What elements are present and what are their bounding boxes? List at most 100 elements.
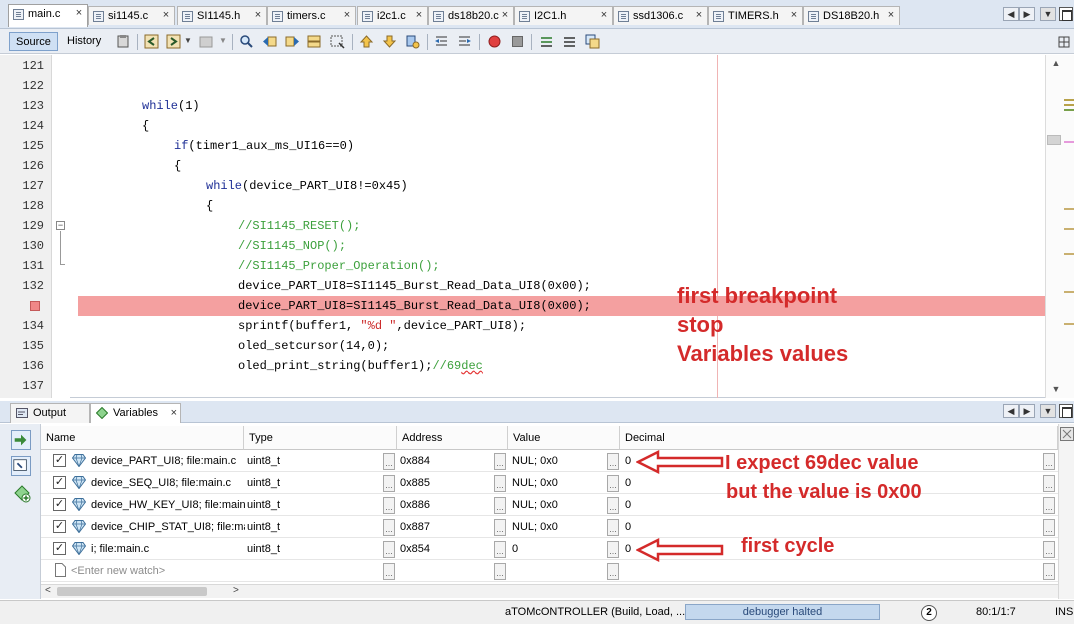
edit-value-ellipsis[interactable]: … xyxy=(607,541,619,558)
variable-row[interactable]: ✓ i; file:main.c uint8_t… 0x854… 0… 0… xyxy=(41,538,1058,560)
variable-decimal[interactable]: 0 xyxy=(625,472,655,494)
edit-decimal-ellipsis[interactable]: … xyxy=(1043,541,1055,558)
column-header-decimal[interactable]: Decimal xyxy=(620,426,1058,450)
edit-type-ellipsis[interactable]: … xyxy=(383,519,395,536)
file-tab[interactable]: timers.c × xyxy=(267,6,356,25)
maximize-window-icon[interactable] xyxy=(1059,7,1073,21)
next-bookmark-icon[interactable] xyxy=(382,34,397,49)
back-history-icon[interactable] xyxy=(144,34,159,49)
file-tab[interactable]: TIMERS.h × xyxy=(708,6,803,25)
toggle-bookmark-icon[interactable] xyxy=(405,34,420,49)
scroll-tabs-left-icon[interactable]: ◀ xyxy=(1003,404,1019,418)
source-view-button[interactable]: Source xyxy=(9,32,58,51)
edit-type-ellipsis[interactable]: … xyxy=(383,453,395,470)
column-header-type[interactable]: Type xyxy=(244,426,397,450)
edit-value-ellipsis[interactable]: … xyxy=(607,497,619,514)
find-previous-icon[interactable] xyxy=(262,34,277,49)
previous-bookmark-icon[interactable] xyxy=(359,34,374,49)
start-macro-recording-icon[interactable] xyxy=(487,34,502,49)
edit-address-ellipsis[interactable]: … xyxy=(494,453,506,470)
close-icon[interactable]: × xyxy=(171,407,177,419)
close-icon[interactable]: × xyxy=(789,10,799,21)
edit-decimal-ellipsis[interactable]: … xyxy=(1043,563,1055,580)
variable-value[interactable]: NUL; 0x0 xyxy=(512,472,602,494)
close-icon[interactable]: × xyxy=(74,8,84,19)
variables-vertical-scrollbar[interactable] xyxy=(1058,424,1074,599)
code-line[interactable]: sprintf(buffer1, "%d ",device_PART_UI8); xyxy=(78,316,1045,336)
edit-address-ellipsis[interactable]: … xyxy=(494,541,506,558)
maximize-panel-icon[interactable] xyxy=(1059,404,1073,418)
edit-type-ellipsis[interactable]: … xyxy=(383,497,395,514)
code-line[interactable]: device_PART_UI8=SI1145_Burst_Read_Data_U… xyxy=(78,276,1045,296)
uncomment-lines-icon[interactable] xyxy=(562,34,577,49)
edit-type-ellipsis[interactable]: … xyxy=(383,563,395,580)
watch-enabled-checkbox[interactable]: ✓ xyxy=(53,476,66,489)
rectangular-selection-icon[interactable] xyxy=(330,34,345,49)
file-tab[interactable]: DS18B20.h × xyxy=(803,6,900,25)
code-line[interactable] xyxy=(78,56,1045,76)
code-line[interactable]: { xyxy=(78,116,1045,136)
format-code-icon[interactable] xyxy=(585,34,600,49)
tab-variables[interactable]: Variables × xyxy=(90,403,181,423)
watch-selection-button[interactable] xyxy=(11,456,31,476)
edit-address-ellipsis[interactable]: … xyxy=(494,475,506,492)
close-icon[interactable]: × xyxy=(694,10,704,21)
edit-decimal-ellipsis[interactable]: … xyxy=(1043,453,1055,470)
code-line[interactable]: while(1) xyxy=(78,96,1045,116)
tab-list-dropdown-icon[interactable]: ▼ xyxy=(1040,7,1056,21)
history-view-button[interactable]: History xyxy=(61,32,107,51)
file-tab[interactable]: ssd1306.c × xyxy=(613,6,708,25)
edit-address-ellipsis[interactable]: … xyxy=(494,497,506,514)
shift-right-icon[interactable] xyxy=(457,34,472,49)
watch-enabled-checkbox[interactable]: ✓ xyxy=(53,542,66,555)
variables-horizontal-scrollbar[interactable]: < > xyxy=(41,584,1058,598)
comment-lines-icon[interactable] xyxy=(539,34,554,49)
notification-badge[interactable]: 2 xyxy=(921,605,937,621)
edit-value-ellipsis[interactable]: … xyxy=(607,453,619,470)
new-watch-placeholder[interactable]: <Enter new watch> xyxy=(71,560,241,582)
scroll-tabs-right-icon[interactable]: ▶ xyxy=(1019,404,1035,418)
column-settings-icon[interactable] xyxy=(1060,427,1074,441)
edit-address-ellipsis[interactable]: … xyxy=(494,519,506,536)
file-tab[interactable]: ds18b20.c × xyxy=(428,6,514,25)
file-tab[interactable]: si1145.c × xyxy=(88,6,175,25)
code-line[interactable]: { xyxy=(78,156,1045,176)
tab-list-dropdown-icon[interactable]: ▼ xyxy=(1040,404,1056,418)
forward-dropdown-icon[interactable]: ▼ xyxy=(219,36,227,45)
scroll-left-arrow-icon[interactable]: < xyxy=(45,585,51,596)
close-icon[interactable]: × xyxy=(500,10,510,21)
line-number-gutter[interactable]: 121 122 123 124 125 126 127 128 129 130 131 132 134 1… xyxy=(0,55,52,398)
forward-history-icon[interactable] xyxy=(166,34,181,49)
new-watch-row[interactable]: <Enter new watch> … … … … xyxy=(41,560,1058,582)
breakpoint-code-line[interactable]: device_PART_UI8=SI1145_Burst_Read_Data_U… xyxy=(78,296,1045,316)
variable-value[interactable]: NUL; 0x0 xyxy=(512,450,602,472)
history-dropdown-icon[interactable]: ▼ xyxy=(184,36,192,45)
edit-decimal-ellipsis[interactable]: … xyxy=(1043,475,1055,492)
watch-enabled-checkbox[interactable]: ✓ xyxy=(53,454,66,467)
editor-vertical-scrollbar[interactable]: ▲ ▼ xyxy=(1045,55,1074,398)
scroll-right-arrow-icon[interactable]: > xyxy=(233,585,239,596)
code-line[interactable] xyxy=(78,76,1045,96)
variable-value[interactable]: NUL; 0x0 xyxy=(512,494,602,516)
code-line[interactable]: oled_print_string(buffer1);//69dec xyxy=(78,356,1045,376)
tab-output[interactable]: Output xyxy=(10,403,90,423)
edit-decimal-ellipsis[interactable]: … xyxy=(1043,497,1055,514)
edit-decimal-ellipsis[interactable]: … xyxy=(1043,519,1055,536)
edit-address-ellipsis[interactable]: … xyxy=(494,563,506,580)
code-line[interactable]: //SI1145_RESET(); xyxy=(78,216,1045,236)
code-line[interactable]: //SI1145_Proper_Operation(); xyxy=(78,256,1045,276)
edit-value-ellipsis[interactable]: … xyxy=(607,475,619,492)
close-icon[interactable]: × xyxy=(342,10,352,21)
code-line[interactable]: while(device_PART_UI8!=0x45) xyxy=(78,176,1045,196)
variable-value[interactable]: NUL; 0x0 xyxy=(512,516,602,538)
scroll-down-arrow-icon[interactable]: ▼ xyxy=(1051,384,1061,394)
edit-type-ellipsis[interactable]: … xyxy=(383,475,395,492)
scroll-tabs-right-icon[interactable]: ▶ xyxy=(1019,7,1035,21)
scroll-tabs-left-icon[interactable]: ◀ xyxy=(1003,7,1019,21)
column-header-value[interactable]: Value xyxy=(508,426,620,450)
variable-value[interactable]: 0 xyxy=(512,538,602,560)
close-icon[interactable]: × xyxy=(414,10,424,21)
file-tab[interactable]: I2C1.h × xyxy=(514,6,613,25)
edit-value-ellipsis[interactable]: … xyxy=(607,519,619,536)
code-line[interactable]: { xyxy=(78,196,1045,216)
